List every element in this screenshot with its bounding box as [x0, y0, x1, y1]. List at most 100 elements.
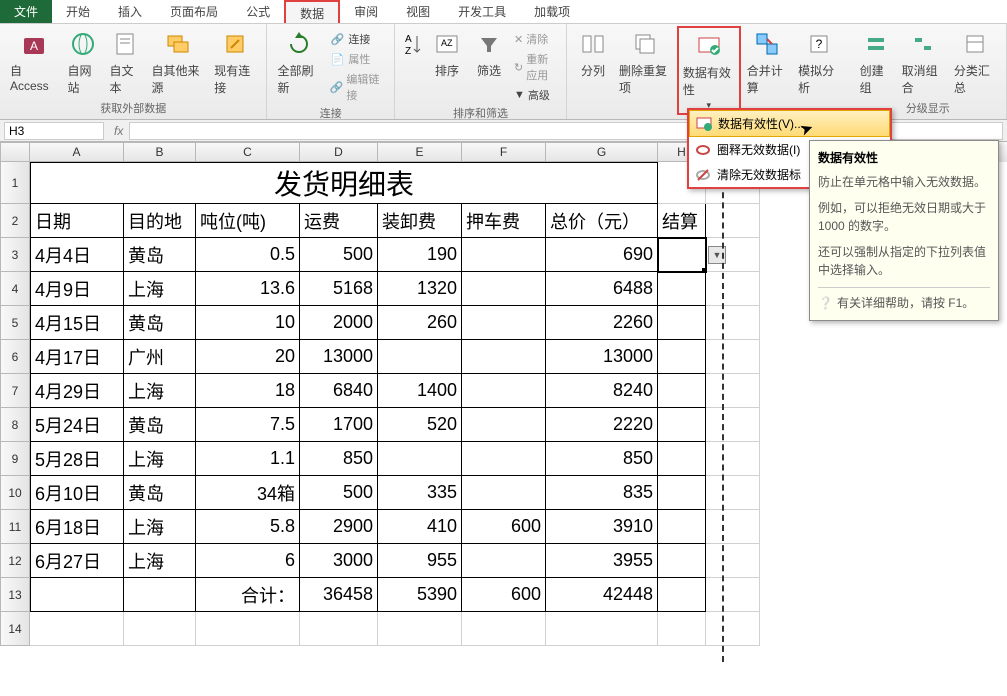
cell[interactable]: 5月28日 — [30, 442, 124, 476]
cell[interactable]: 690 — [546, 238, 658, 272]
connections-button[interactable]: 🔗连接 — [326, 30, 388, 48]
cell[interactable] — [30, 612, 124, 646]
cell[interactable]: 835 — [546, 476, 658, 510]
from-other-button[interactable]: 自其他来源 — [147, 26, 208, 98]
cell[interactable] — [658, 272, 706, 306]
cell[interactable]: 2000 — [300, 306, 378, 340]
row-header[interactable]: 1 — [0, 162, 30, 204]
menu-data-validation[interactable]: 数据有效性(V)... — [689, 110, 890, 137]
cell[interactable]: 5.8 — [196, 510, 300, 544]
cell[interactable]: 520 — [378, 408, 462, 442]
tab-file[interactable]: 文件 — [0, 0, 52, 23]
cell[interactable]: 1400 — [378, 374, 462, 408]
cell[interactable]: 上海 — [124, 544, 196, 578]
cell[interactable]: 190 — [378, 238, 462, 272]
cell[interactable] — [706, 340, 760, 374]
cell[interactable] — [378, 442, 462, 476]
cell[interactable]: 广州 — [124, 340, 196, 374]
cell[interactable] — [658, 374, 706, 408]
cell[interactable]: 结算 — [658, 204, 706, 238]
tab-insert[interactable]: 插入 — [104, 0, 156, 23]
group-button[interactable]: 创建组 — [856, 26, 896, 98]
cell[interactable]: 黄岛 — [124, 238, 196, 272]
cell[interactable]: 上海 — [124, 374, 196, 408]
select-all-corner[interactable] — [0, 142, 30, 162]
cell[interactable]: 1320 — [378, 272, 462, 306]
cell[interactable] — [706, 306, 760, 340]
cell[interactable] — [658, 544, 706, 578]
from-web-button[interactable]: 自网站 — [63, 26, 103, 98]
cell[interactable] — [124, 578, 196, 612]
cell[interactable]: 押车费 — [462, 204, 546, 238]
cell[interactable]: 20 — [196, 340, 300, 374]
cell[interactable] — [462, 272, 546, 306]
cell[interactable] — [462, 476, 546, 510]
cell[interactable] — [706, 510, 760, 544]
cell[interactable] — [658, 340, 706, 374]
cell[interactable] — [658, 408, 706, 442]
cell[interactable]: 6 — [196, 544, 300, 578]
cell[interactable] — [462, 306, 546, 340]
cell[interactable]: 0.5 — [196, 238, 300, 272]
cell[interactable]: 600 — [462, 510, 546, 544]
subtotal-button[interactable]: 分类汇总 — [950, 26, 1000, 98]
cell[interactable] — [462, 374, 546, 408]
cell[interactable]: 13000 — [300, 340, 378, 374]
name-box[interactable]: H3 — [4, 122, 104, 140]
cell[interactable]: 上海 — [124, 442, 196, 476]
cell[interactable]: 36458 — [300, 578, 378, 612]
cell[interactable]: 2900 — [300, 510, 378, 544]
col-header[interactable]: C — [196, 142, 300, 162]
cell[interactable]: 1700 — [300, 408, 378, 442]
whatif-button[interactable]: ?模拟分析 — [794, 26, 843, 98]
cell[interactable] — [124, 612, 196, 646]
refresh-all-button[interactable]: 全部刷新 — [273, 26, 324, 98]
cell[interactable]: 13000 — [546, 340, 658, 374]
cell[interactable]: 3910 — [546, 510, 658, 544]
cell[interactable]: 850 — [546, 442, 658, 476]
row-header[interactable]: 3 — [0, 238, 30, 272]
cell[interactable]: 合计： — [196, 578, 300, 612]
col-header[interactable]: A — [30, 142, 124, 162]
cell[interactable]: 10 — [196, 306, 300, 340]
row-header[interactable]: 6 — [0, 340, 30, 374]
cell[interactable] — [658, 476, 706, 510]
col-header[interactable]: D — [300, 142, 378, 162]
ungroup-button[interactable]: 取消组合 — [898, 26, 948, 98]
cell[interactable]: 850 — [300, 442, 378, 476]
cell[interactable]: 装卸费 — [378, 204, 462, 238]
filter-button[interactable]: 筛选 — [469, 26, 509, 81]
cell[interactable] — [546, 612, 658, 646]
advanced-filter-button[interactable]: ▼高级 — [511, 86, 560, 104]
tab-layout[interactable]: 页面布局 — [156, 0, 232, 23]
cell[interactable]: 4月17日 — [30, 340, 124, 374]
cell[interactable]: 2260 — [546, 306, 658, 340]
cell[interactable]: 目的地 — [124, 204, 196, 238]
cell[interactable]: 13.6 — [196, 272, 300, 306]
cell[interactable] — [462, 238, 546, 272]
cell[interactable] — [706, 544, 760, 578]
cell[interactable] — [706, 578, 760, 612]
cell[interactable]: 500 — [300, 238, 378, 272]
cell[interactable]: 2220 — [546, 408, 658, 442]
cell[interactable]: 5月24日 — [30, 408, 124, 442]
row-header[interactable]: 12 — [0, 544, 30, 578]
cell[interactable]: 吨位(吨) — [196, 204, 300, 238]
cell[interactable] — [706, 442, 760, 476]
tab-home[interactable]: 开始 — [52, 0, 104, 23]
row-header[interactable]: 4 — [0, 272, 30, 306]
row-header[interactable]: 10 — [0, 476, 30, 510]
cell[interactable]: 黄岛 — [124, 306, 196, 340]
cell[interactable] — [706, 612, 760, 646]
sort-button[interactable]: AZ排序 — [427, 26, 467, 81]
cell[interactable]: 1.1 — [196, 442, 300, 476]
cell[interactable]: 8240 — [546, 374, 658, 408]
remove-duplicates-button[interactable]: 删除重复项 — [615, 26, 675, 98]
cell[interactable]: 18 — [196, 374, 300, 408]
cell[interactable]: 6月18日 — [30, 510, 124, 544]
cell[interactable]: 发货明细表 — [30, 162, 658, 204]
cell[interactable]: 5390 — [378, 578, 462, 612]
cell[interactable] — [706, 374, 760, 408]
cell[interactable]: 6488 — [546, 272, 658, 306]
cell[interactable]: 黄岛 — [124, 408, 196, 442]
